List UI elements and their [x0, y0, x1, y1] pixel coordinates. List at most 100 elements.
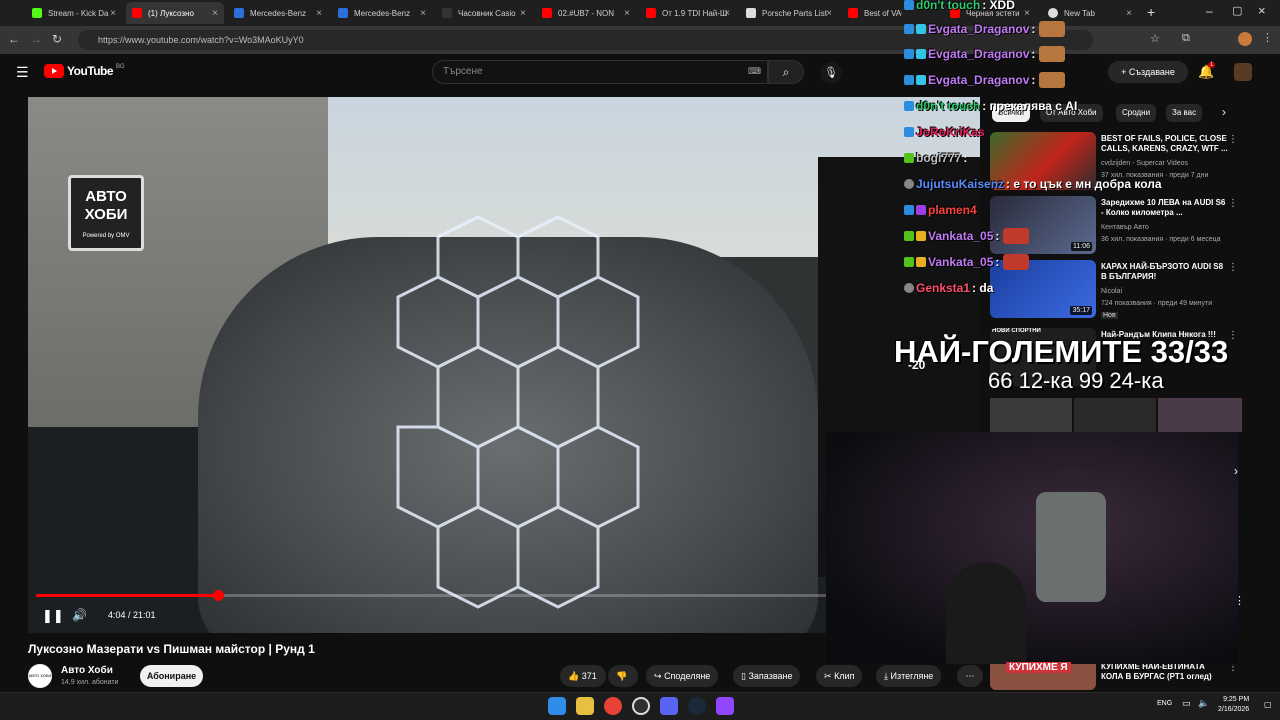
extensions-icon[interactable]: ⧉ — [1182, 32, 1190, 45]
account-avatar[interactable] — [1234, 63, 1252, 81]
clip-button[interactable]: ✂ Клип — [816, 665, 863, 687]
new-tab-icon[interactable]: + — [1147, 4, 1155, 20]
badge-icon — [904, 49, 914, 59]
create-button[interactable]: + Създаване — [1108, 61, 1188, 83]
close-icon[interactable]: × — [624, 8, 630, 19]
obs-icon[interactable] — [632, 697, 650, 715]
rec-channel[interactable]: Nicolai — [1101, 288, 1122, 295]
back-icon[interactable]: ← — [8, 32, 20, 46]
close-icon[interactable]: × — [520, 8, 526, 19]
tab-0[interactable]: Stream - Kick Da × — [26, 2, 122, 24]
share-button[interactable]: ↪ Споделяне — [646, 665, 719, 687]
tab-title: Часовник Casio — [458, 8, 516, 18]
chevron-right-icon[interactable]: › — [1222, 105, 1226, 119]
strip-thumb[interactable] — [1158, 398, 1242, 432]
chrome-icon — [1048, 8, 1058, 18]
chat-message: : прекалява с AI — [982, 99, 1078, 113]
webcam-more-icon[interactable]: ⋮ — [1234, 594, 1245, 607]
forward-icon[interactable]: → — [30, 32, 42, 46]
close-icon[interactable]: × — [1126, 8, 1132, 19]
reload-icon[interactable]: ↻ — [52, 32, 62, 46]
tab-4[interactable]: Часовник Casio × — [436, 2, 532, 24]
chip-for-you[interactable]: За вас — [1166, 104, 1203, 122]
volume-icon[interactable]: 🔊 — [72, 608, 87, 622]
keyboard-icon[interactable]: ⌨ — [748, 66, 761, 77]
strip-thumb[interactable] — [990, 398, 1072, 432]
microphone-icon[interactable]: 🎙 — [820, 62, 842, 84]
volume-tray-icon[interactable]: 🔈 — [1198, 698, 1209, 709]
notification-center-icon[interactable]: ▢ — [1264, 700, 1272, 709]
search-icon: ⌕ — [782, 65, 790, 79]
rec-meta: 724 показвания · преди 49 минути — [1101, 300, 1213, 307]
more-actions-button[interactable]: ⋯ — [957, 665, 983, 687]
close-icon[interactable]: × — [212, 8, 218, 19]
twitch-icon[interactable] — [716, 697, 734, 715]
close-icon[interactable]: × — [316, 8, 322, 19]
rec-channel[interactable]: cvdzijden - Supercar Videos — [1101, 160, 1188, 167]
more-dots-icon[interactable]: ⋮ — [1228, 262, 1238, 273]
badge-icon — [904, 205, 914, 215]
steam-icon[interactable] — [688, 697, 706, 715]
like-button[interactable]: 👍 371 — [560, 665, 606, 687]
rec-title[interactable]: КАРАХ НАЙ-БЪРЗОТО AUDI S8 В БЪЛГАРИЯ! — [1101, 262, 1229, 282]
tab-7[interactable]: Porsche Parts List × — [740, 2, 838, 24]
maximize-icon[interactable]: ▢ — [1232, 4, 1242, 17]
webcam-chevron-icon[interactable]: › — [1234, 464, 1238, 478]
close-icon[interactable]: × — [826, 8, 832, 19]
chip-related[interactable]: Сродни — [1116, 104, 1157, 122]
channel-avatar[interactable]: АВТО ХОБИ — [28, 664, 52, 688]
chat-nick: d0n't touch — [916, 0, 981, 12]
chat-line: Evgata_Draganov : — [904, 43, 1066, 65]
minimize-icon[interactable]: – — [1206, 4, 1213, 18]
chat-nick: bogi777 — [916, 151, 962, 165]
download-button[interactable]: ⤓ Изтегляне — [876, 665, 942, 687]
strip-thumb[interactable] — [1074, 398, 1156, 432]
search-button[interactable]: ⌕ — [768, 60, 804, 84]
badge-icon — [904, 75, 914, 85]
avatar-text: АВТО ХОБИ — [28, 673, 52, 678]
tab-title: Porsche Parts List — [762, 8, 827, 18]
search-input[interactable]: Търсене — [432, 60, 768, 84]
thumbs-up-icon: 👍 — [568, 671, 580, 681]
pause-icon[interactable]: ❚❚ — [42, 608, 64, 624]
chat-message: : — [1031, 47, 1036, 61]
more-dots-icon[interactable]: ⋮ — [1228, 134, 1238, 145]
plus-badge-icon — [904, 257, 914, 267]
channel-name[interactable]: Авто Хоби — [61, 665, 113, 676]
tab-6[interactable]: От 1.9 TDI Най-Ш × — [640, 2, 736, 24]
chrome-icon[interactable] — [604, 697, 622, 715]
window-close-icon[interactable]: × — [1258, 3, 1266, 18]
tab-1[interactable]: (1) Луксозно × — [126, 2, 224, 24]
close-icon[interactable]: × — [420, 8, 426, 19]
progress-scrubber[interactable] — [213, 590, 224, 601]
menu-dots-icon[interactable]: ⋮ — [1262, 31, 1273, 44]
close-icon[interactable]: × — [110, 8, 116, 19]
rec-title[interactable]: BEST OF FAILS, POLICE, CLOSE CALLS, KARE… — [1101, 134, 1229, 154]
youtube-icon — [848, 8, 858, 18]
profile-avatar[interactable] — [1238, 32, 1252, 46]
more-dots-icon[interactable]: ⋮ — [1228, 330, 1238, 341]
close-icon[interactable]: × — [1024, 8, 1030, 19]
taskbar-clock[interactable]: 9:25 PM 2/16/2026 — [1218, 695, 1249, 715]
tab-3[interactable]: Mercedes-Benz × — [332, 2, 432, 24]
chat-nick: Evgata_Draganov — [928, 73, 1030, 87]
subscribe-button[interactable]: Абониране — [140, 665, 203, 687]
tab-2[interactable]: Mercedes-Benz × — [228, 2, 328, 24]
windows-start-icon[interactable] — [548, 697, 566, 715]
tab-8[interactable]: Best of VAG Cars — [842, 2, 902, 24]
rec-channel[interactable]: Кентавър Авто — [1101, 224, 1149, 231]
discord-icon[interactable] — [660, 697, 678, 715]
close-icon[interactable]: × — [724, 8, 730, 19]
tab-5[interactable]: 02.#UB7 - NON × — [536, 2, 636, 24]
youtube-logo[interactable]: YouTube BG — [44, 64, 125, 78]
bookmark-star-icon[interactable]: ☆ — [1150, 32, 1160, 45]
rec-title[interactable]: КУПИХМЕ НАЙ-ЕВТИНАТА КОЛА В БУРГАС (РТ1 … — [1101, 662, 1229, 682]
hamburger-menu-icon[interactable]: ☰ — [16, 64, 29, 81]
more-dots-icon[interactable]: ⋮ — [1228, 198, 1238, 209]
save-button[interactable]: ▯ Запазване — [733, 665, 801, 687]
network-icon[interactable]: ▭ — [1182, 698, 1191, 709]
input-language[interactable]: ENG — [1157, 700, 1172, 707]
dislike-button[interactable]: 👎 — [608, 665, 638, 687]
file-explorer-icon[interactable] — [576, 697, 594, 715]
rec-title[interactable]: Заредихме 10 ЛЕВА на AUDI S6 - Колко кил… — [1101, 198, 1229, 218]
